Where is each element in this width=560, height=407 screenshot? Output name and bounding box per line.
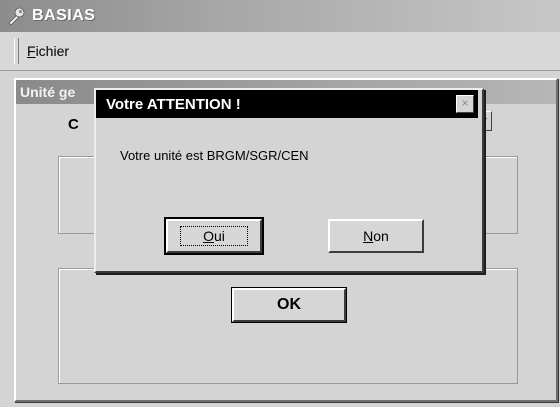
dialog-title: Votre ATTENTION ! — [106, 95, 241, 113]
button-group — [58, 268, 518, 384]
oui-button-label: Oui — [180, 226, 248, 246]
dialog-titlebar: Votre ATTENTION ! — [96, 90, 478, 118]
close-icon[interactable]: × — [456, 95, 474, 113]
non-button-label: Non — [363, 228, 389, 244]
dialog-message: Votre unité est BRGM/SGR/CEN — [120, 148, 309, 163]
menubar-grip — [14, 38, 19, 64]
menubar: Fichier — [0, 32, 560, 71]
oui-button[interactable]: Oui — [166, 219, 262, 253]
combo-label: C — [68, 116, 79, 133]
ok-button[interactable]: OK — [232, 288, 346, 322]
wrench-icon — [6, 6, 26, 26]
non-button[interactable]: Non — [328, 219, 424, 253]
attention-dialog: Votre ATTENTION ! × Votre unité est BRGM… — [94, 88, 484, 273]
app-title: BASIAS — [32, 7, 96, 24]
menu-fichier[interactable]: Fichier — [27, 43, 69, 59]
app-titlebar: BASIAS — [0, 0, 560, 32]
